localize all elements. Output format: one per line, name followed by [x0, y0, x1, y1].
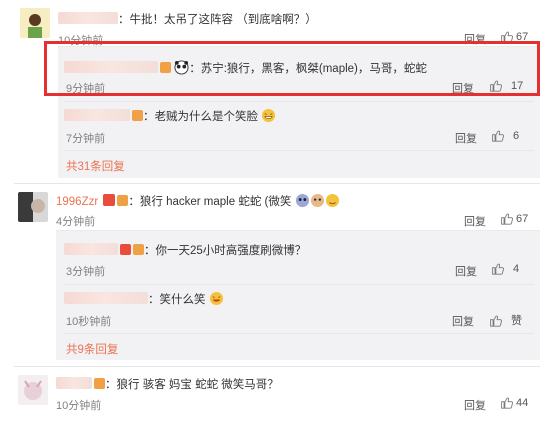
- reply-button[interactable]: 回复: [464, 213, 486, 229]
- reply-button[interactable]: 回复: [455, 130, 477, 146]
- like-button[interactable]: 6: [491, 129, 519, 142]
- thumbs-up-icon: [490, 80, 502, 92]
- avatar[interactable]: [18, 192, 48, 222]
- thumbs-up-icon: [501, 397, 513, 409]
- divider: [14, 366, 540, 367]
- v-badge-icon: [132, 110, 143, 121]
- reply-button[interactable]: 回复: [464, 397, 486, 413]
- timestamp: 4分钟前: [56, 216, 96, 228]
- avatar[interactable]: [18, 375, 48, 405]
- v-badge-icon: [160, 62, 171, 73]
- reply-button[interactable]: 回复: [452, 80, 474, 96]
- reply-text: ：老贼为什么是个笑脸: [64, 108, 276, 124]
- more-replies-link[interactable]: 共9条回复: [66, 341, 118, 357]
- more-replies-link[interactable]: 共31条回复: [66, 158, 125, 174]
- like-count: 4: [513, 262, 520, 275]
- grin-emoji-icon: [295, 193, 309, 208]
- timestamp: 3分钟前: [66, 266, 106, 278]
- reply-text: ：苏宁:狼行，黑客，枫桀(maple)，马哥，蛇蛇: [64, 60, 427, 76]
- thumbs-up-icon: [501, 213, 513, 225]
- like-button[interactable]: 赞: [489, 312, 522, 328]
- reply-text: ：笑什么笑: [64, 291, 224, 307]
- comment-text: ：牛批！太吊了这阵容 （到底啥啊？）: [58, 11, 317, 27]
- divider: [56, 230, 540, 231]
- thumbs-up-icon: [492, 263, 504, 275]
- timestamp: 10秒钟前: [66, 316, 112, 328]
- v-badge-icon: [117, 195, 129, 206]
- grin-emoji-icon: [325, 193, 339, 208]
- like-count: 17: [511, 79, 524, 92]
- like-count: 赞: [511, 315, 522, 327]
- divider: [64, 284, 534, 285]
- timestamp: 10分钟前: [56, 400, 102, 412]
- like-count: 44: [516, 396, 529, 409]
- like-button[interactable]: 67: [500, 212, 528, 225]
- timestamp: 9分钟前: [66, 83, 106, 95]
- grin-emoji-icon: [310, 193, 324, 208]
- like-count: 67: [516, 212, 529, 225]
- divider: [64, 150, 534, 151]
- divider: [64, 101, 534, 102]
- like-button[interactable]: 44: [500, 396, 528, 409]
- reply-button[interactable]: 回复: [452, 313, 474, 329]
- v-badge-icon: [120, 244, 131, 255]
- comment-text: 1996Zzr ：狼行 hacker maple 蛇蛇 (微笑: [56, 193, 340, 209]
- like-button[interactable]: 4: [491, 262, 519, 275]
- reply-button[interactable]: 回复: [455, 263, 477, 279]
- username[interactable]: 1996Zzr: [56, 196, 98, 208]
- comment-text: ：狼行 骇客 妈宝 蛇蛇 微笑马哥？: [56, 376, 279, 392]
- timestamp: 7分钟前: [66, 133, 106, 145]
- divider: [14, 183, 540, 184]
- grin-emoji-icon: [209, 291, 223, 306]
- avatar[interactable]: [20, 8, 50, 38]
- panda-emoji-icon: [174, 60, 189, 75]
- v-badge-icon: [103, 194, 116, 206]
- like-count: 6: [513, 129, 520, 142]
- v-badge-icon: [94, 378, 105, 389]
- grin-emoji-icon: [262, 108, 276, 123]
- thumbs-up-icon: [490, 315, 502, 327]
- divider: [64, 333, 534, 334]
- thumbs-up-icon: [492, 130, 504, 142]
- reply-text: ：你一天25小时高强度刷微博？: [64, 242, 306, 258]
- v-badge-icon: [133, 244, 144, 255]
- like-button[interactable]: 17: [489, 79, 523, 92]
